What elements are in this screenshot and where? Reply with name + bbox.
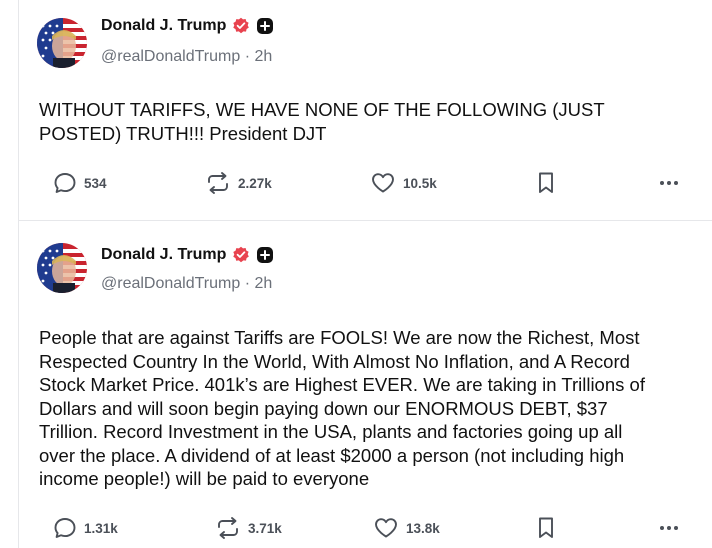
bookmark-button[interactable]	[537, 513, 555, 543]
like-count: 10.5k	[403, 175, 437, 191]
heart-icon	[375, 518, 397, 538]
author-name[interactable]: Donald J. Trump	[101, 17, 226, 35]
bookmark-icon	[539, 172, 553, 193]
more-button[interactable]	[657, 513, 681, 543]
more-dots-icon	[660, 526, 678, 530]
post-body: People that are against Tariffs are FOOL…	[39, 327, 645, 489]
retruth-count: 3.71k	[248, 520, 282, 536]
plus-badge-icon	[256, 17, 274, 35]
like-button[interactable]: 10.5k	[370, 168, 437, 198]
avatar[interactable]	[37, 18, 87, 68]
separator: ·	[244, 275, 251, 292]
author-row: Donald J. Trump	[101, 17, 274, 35]
separator: ·	[244, 48, 251, 65]
avatar[interactable]	[37, 243, 87, 293]
retruth-arrows-icon	[218, 517, 238, 539]
verified-badge-icon	[232, 17, 250, 35]
retruth-button[interactable]: 3.71k	[215, 513, 282, 543]
bookmark-button[interactable]	[537, 168, 555, 198]
reply-button[interactable]: 1.31k	[53, 513, 118, 543]
reply-bubble-icon	[54, 518, 76, 538]
post[interactable]: Donald J. Trump @realDonaldTrump · 2h Pe…	[19, 221, 712, 548]
post-body: WITHOUT TARIFFS, WE HAVE NONE OF THE FOL…	[39, 99, 605, 144]
post-actions: 1.31k 3.71k 13.8k	[19, 513, 712, 543]
retruth-button[interactable]: 2.27k	[205, 168, 272, 198]
reply-count: 1.31k	[84, 520, 118, 536]
more-dots-icon	[660, 181, 678, 185]
author-row: Donald J. Trump	[101, 246, 274, 264]
reply-button[interactable]: 534	[53, 168, 107, 198]
avatar-image	[37, 243, 87, 293]
retruth-count: 2.27k	[238, 175, 272, 191]
bookmark-icon	[539, 517, 553, 538]
timeline-feed: Donald J. Trump @realDonaldTrump · 2h WI…	[18, 0, 712, 548]
avatar-image	[37, 18, 87, 68]
plus-badge-icon	[256, 246, 274, 264]
reply-bubble-icon	[54, 173, 76, 193]
author-handle[interactable]: @realDonaldTrump	[101, 275, 240, 292]
author-handle[interactable]: @realDonaldTrump	[101, 48, 240, 65]
reply-count: 534	[84, 175, 107, 191]
post-time[interactable]: 2h	[255, 48, 273, 65]
like-count: 13.8k	[406, 520, 440, 536]
more-button[interactable]	[657, 168, 681, 198]
post[interactable]: Donald J. Trump @realDonaldTrump · 2h WI…	[19, 0, 712, 221]
post-time[interactable]: 2h	[255, 275, 273, 292]
author-name[interactable]: Donald J. Trump	[101, 246, 226, 264]
handle-row: @realDonaldTrump · 2h	[101, 275, 272, 293]
handle-row: @realDonaldTrump · 2h	[101, 48, 272, 66]
like-button[interactable]: 13.8k	[373, 513, 440, 543]
heart-icon	[372, 173, 394, 193]
post-actions: 534 2.27k 10.5k	[19, 168, 712, 198]
retruth-arrows-icon	[208, 172, 228, 194]
verified-badge-icon	[232, 246, 250, 264]
